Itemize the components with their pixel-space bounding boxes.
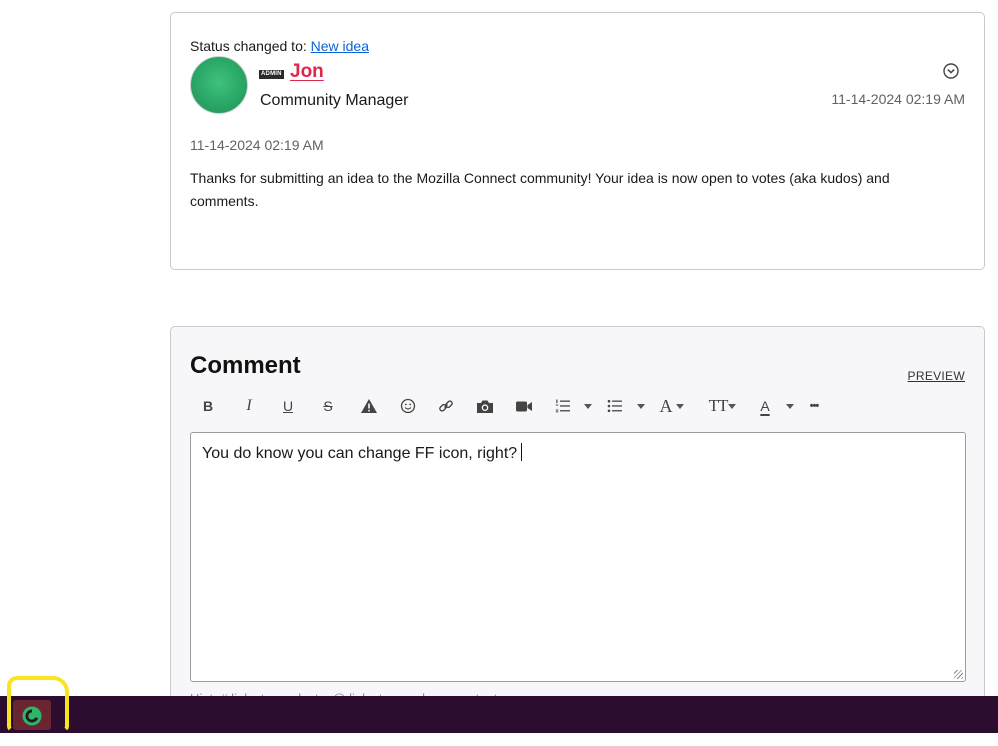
bullet-list-dropdown[interactable] bbox=[637, 404, 645, 409]
status-line: Status changed to: New idea bbox=[190, 38, 369, 54]
strikethrough-button[interactable]: S bbox=[320, 393, 336, 419]
status-post-card: Status changed to: New idea ADMIN Jon Co… bbox=[170, 12, 985, 270]
editor-toolbar: B I U S A TT A ••• bbox=[190, 393, 830, 419]
comment-editor[interactable]: You do know you can change FF icon, righ… bbox=[190, 432, 966, 682]
ordered-list-icon[interactable] bbox=[554, 393, 572, 419]
bottom-strip bbox=[0, 733, 998, 746]
italic-button[interactable]: I bbox=[241, 393, 257, 419]
status-value-link[interactable]: New idea bbox=[311, 38, 369, 54]
highlight-annotation bbox=[7, 676, 69, 732]
camera-icon[interactable] bbox=[475, 393, 495, 419]
link-icon[interactable] bbox=[437, 393, 455, 419]
author-role: Community Manager bbox=[260, 92, 409, 109]
preview-link[interactable]: PREVIEW bbox=[908, 369, 965, 383]
text-cursor bbox=[521, 443, 523, 461]
body-timestamp: 11-14-2024 02:19 AM bbox=[190, 137, 324, 153]
ellipsis-icon[interactable]: ••• bbox=[804, 393, 824, 419]
ordered-list-dropdown[interactable] bbox=[584, 404, 592, 409]
warning-icon[interactable] bbox=[359, 393, 379, 419]
text-color-dropdown[interactable] bbox=[786, 404, 794, 409]
emoji-icon[interactable] bbox=[399, 393, 417, 419]
admin-badge: ADMIN bbox=[259, 70, 284, 79]
font-family-button[interactable]: A bbox=[658, 393, 674, 419]
editor-text: You do know you can change FF icon, righ… bbox=[202, 445, 518, 462]
comment-card: Comment PREVIEW B I U S A TT A ••• You d… bbox=[170, 326, 985, 726]
bullet-list-icon[interactable] bbox=[606, 393, 624, 419]
text-color-button[interactable]: A bbox=[757, 393, 773, 419]
post-timestamp: 11-14-2024 02:19 AM bbox=[831, 91, 965, 107]
font-size-dropdown[interactable] bbox=[728, 404, 736, 409]
author-name-link[interactable]: Jon bbox=[290, 61, 324, 83]
comment-title: Comment bbox=[190, 352, 301, 379]
post-body: Thanks for submitting an idea to the Moz… bbox=[190, 170, 890, 209]
font-size-button[interactable]: TT bbox=[708, 393, 729, 419]
chevron-down-circle-icon[interactable] bbox=[943, 63, 959, 79]
taskbar bbox=[0, 696, 998, 733]
status-prefix: Status changed to: bbox=[190, 38, 311, 54]
video-icon[interactable] bbox=[514, 393, 534, 419]
underline-button[interactable]: U bbox=[280, 393, 296, 419]
resize-handle[interactable] bbox=[954, 670, 963, 679]
avatar[interactable] bbox=[190, 56, 248, 114]
bold-button[interactable]: B bbox=[200, 393, 216, 419]
editor-content[interactable]: You do know you can change FF icon, righ… bbox=[202, 443, 523, 463]
font-family-dropdown[interactable] bbox=[676, 404, 684, 409]
